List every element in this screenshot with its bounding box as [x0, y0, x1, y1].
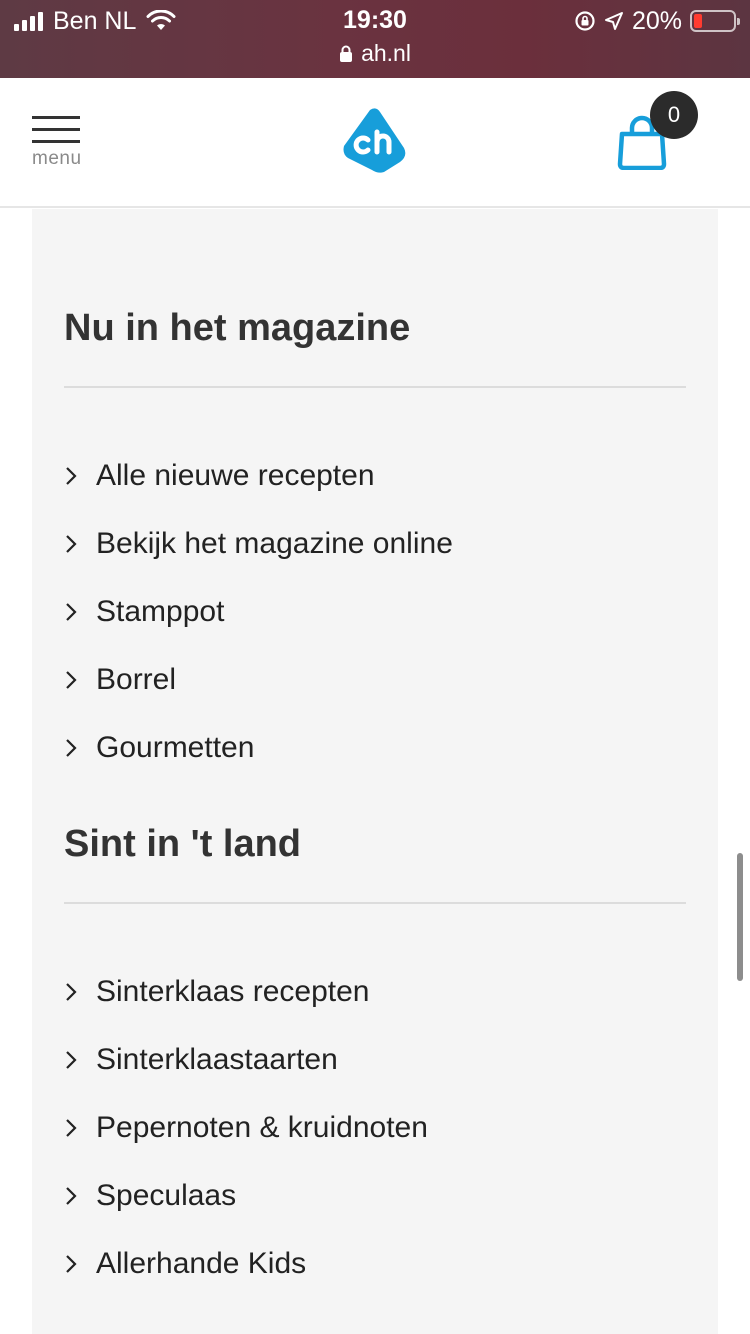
chevron-right-icon [64, 596, 96, 628]
section-magazine: Nu in het magazine Alle nieuwe recepten … [64, 300, 686, 782]
link-label: Allerhande Kids [96, 1247, 307, 1280]
chevron-right-icon [64, 1248, 96, 1280]
battery-level [694, 14, 702, 28]
status-right: 20% [574, 6, 740, 35]
link-label: Alle nieuwe recepten [96, 459, 375, 492]
link-item[interactable]: Gourmetten [64, 714, 686, 782]
chevron-right-icon [64, 1044, 96, 1076]
link-item[interactable]: Pepernoten & kruidnoten [64, 1094, 686, 1162]
section-divider [64, 386, 686, 388]
link-label: Gourmetten [96, 731, 255, 764]
battery-percent: 20% [631, 6, 682, 35]
scrollbar[interactable] [737, 853, 743, 981]
ah-logo[interactable] [340, 106, 412, 174]
lock-icon [340, 45, 353, 62]
section-divider [64, 902, 686, 904]
battery-icon [690, 10, 740, 32]
link-item[interactable]: Borrel [64, 646, 686, 714]
url-text: ah.nl [361, 40, 411, 66]
chevron-right-icon [64, 1180, 96, 1212]
chevron-right-icon [64, 1112, 96, 1144]
link-label: Borrel [96, 663, 177, 696]
hamburger-line [32, 140, 80, 143]
chevron-right-icon [64, 528, 96, 560]
address-bar[interactable]: ah.nl [0, 40, 750, 67]
link-label: Speculaas [96, 1179, 237, 1212]
menu-button[interactable]: menu [32, 116, 82, 172]
link-item[interactable]: Sinterklaastaarten [64, 1026, 686, 1094]
hamburger-icon [32, 116, 80, 119]
link-item[interactable]: Stamppot [64, 578, 686, 646]
section-sint: Sint in 't land Sinterklaas recepten Sin… [64, 816, 686, 1298]
menu-label: menu [32, 148, 82, 169]
chevron-right-icon [64, 460, 96, 492]
link-label: Bekijk het magazine online [96, 527, 453, 560]
hamburger-line [32, 128, 80, 131]
link-label: Sinterklaas recepten [96, 975, 370, 1008]
section-title: Sint in 't land [64, 823, 302, 865]
link-item[interactable]: Alle nieuwe recepten [64, 442, 686, 510]
content-panel: Nu in het magazine Alle nieuwe recepten … [32, 209, 718, 1334]
orientation-lock-icon [575, 11, 595, 31]
chevron-right-icon [64, 664, 96, 696]
link-list: Sinterklaas recepten Sinterklaastaarten … [64, 958, 686, 1298]
chevron-right-icon [64, 732, 96, 764]
link-label: Stamppot [96, 595, 225, 628]
status-bar: Ben NL 19:30 ah.nl 20% [0, 0, 750, 78]
chevron-right-icon [64, 976, 96, 1008]
link-item[interactable]: Allerhande Kids [64, 1230, 686, 1298]
link-list: Alle nieuwe recepten Bekijk het magazine… [64, 442, 686, 782]
site-header: menu 0 [0, 78, 750, 208]
section-title: Nu in het magazine [64, 307, 411, 349]
cart-count-badge[interactable]: 0 [650, 91, 698, 139]
link-label: Sinterklaastaarten [96, 1043, 338, 1076]
location-icon [604, 12, 623, 30]
link-item[interactable]: Speculaas [64, 1162, 686, 1230]
link-label: Pepernoten & kruidnoten [96, 1111, 428, 1144]
link-item[interactable]: Bekijk het magazine online [64, 510, 686, 578]
link-item[interactable]: Sinterklaas recepten [64, 958, 686, 1026]
